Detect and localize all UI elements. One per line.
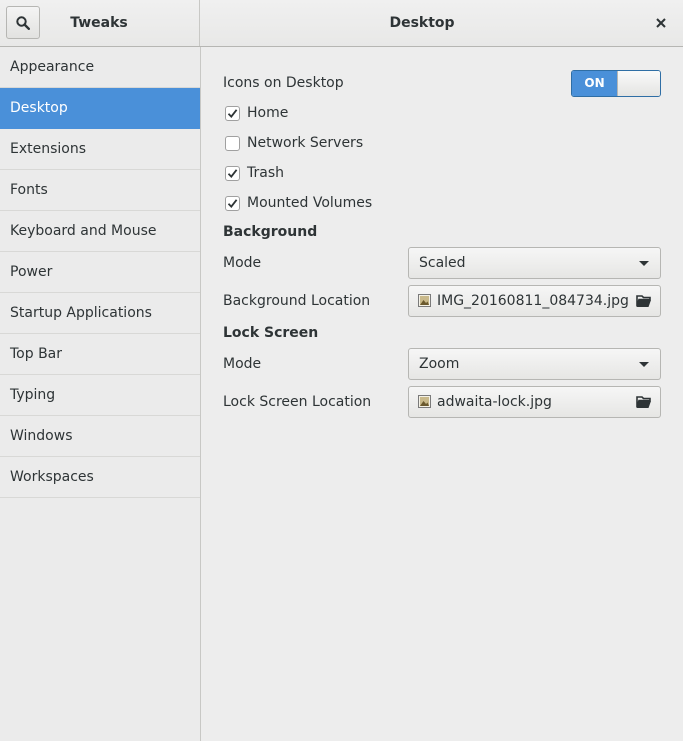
sidebar: Appearance Desktop Extensions Fonts Keyb… [0,47,201,741]
sidebar-item-label: Extensions [10,141,87,157]
checkmark-icon [227,109,238,118]
checkmark-icon [227,199,238,208]
dropdown-arrow-icon [639,362,649,367]
search-button[interactable] [6,6,40,39]
lock-screen-location-file-chooser[interactable]: adwaita-lock.jpg [408,386,661,418]
page-title: Desktop [389,15,455,31]
sidebar-item-label: Power [10,264,53,280]
background-location-label: Background Location [223,293,371,309]
sidebar-item-label: Startup Applications [10,305,152,321]
sidebar-item-label: Windows [10,428,73,444]
trash-checkbox-label[interactable]: Trash [247,165,284,181]
network-servers-checkbox[interactable] [225,136,240,151]
lock-screen-heading: Lock Screen [223,325,319,341]
sidebar-item-workspaces[interactable]: Workspaces [0,457,200,498]
folder-open-icon [636,396,651,408]
lock-screen-mode-dropdown[interactable]: Zoom [408,348,661,380]
sidebar-item-fonts[interactable]: Fonts [0,170,200,211]
sidebar-item-label: Keyboard and Mouse [10,223,157,239]
sidebar-item-keyboard-and-mouse[interactable]: Keyboard and Mouse [0,211,200,252]
sidebar-item-power[interactable]: Power [0,252,200,293]
icons-on-desktop-switch[interactable]: ON [571,70,661,97]
home-checkbox[interactable] [225,106,240,121]
sidebar-item-top-bar[interactable]: Top Bar [0,334,200,375]
background-mode-label: Mode [223,255,262,271]
background-file-name: IMG_20160811_084734.jpg [437,293,629,309]
network-servers-checkbox-label[interactable]: Network Servers [247,135,363,151]
dropdown-arrow-icon [639,261,649,266]
icons-on-desktop-label: Icons on Desktop [223,75,344,91]
lock-screen-mode-label: Mode [223,356,262,372]
sidebar-item-extensions[interactable]: Extensions [0,129,200,170]
header-left: Tweaks [0,0,200,46]
sidebar-item-typing[interactable]: Typing [0,375,200,416]
lock-screen-file-name: adwaita-lock.jpg [437,394,552,410]
image-file-icon [418,395,431,408]
sidebar-item-label: Desktop [10,100,68,116]
desktop-settings-panel: Icons on Desktop ON Home Network Servers… [201,47,683,741]
sidebar-item-label: Typing [10,387,56,403]
header-bar: Tweaks Desktop [0,0,683,47]
sidebar-item-label: Appearance [10,59,95,75]
sidebar-item-windows[interactable]: Windows [0,416,200,457]
background-mode-value: Scaled [419,255,466,271]
home-checkbox-label[interactable]: Home [247,105,288,121]
mounted-volumes-checkbox[interactable] [225,196,240,211]
sidebar-item-label: Workspaces [10,469,94,485]
switch-on-label: ON [572,71,617,96]
sidebar-item-desktop[interactable]: Desktop [0,88,200,129]
folder-open-icon [636,295,651,307]
search-icon [16,15,30,30]
close-icon [656,18,666,28]
sidebar-item-label: Fonts [10,182,48,198]
checkmark-icon [227,169,238,178]
lock-screen-mode-value: Zoom [419,356,460,372]
background-location-file-chooser[interactable]: IMG_20160811_084734.jpg [408,285,661,317]
background-mode-dropdown[interactable]: Scaled [408,247,661,279]
sidebar-item-startup-applications[interactable]: Startup Applications [0,293,200,334]
close-button[interactable] [653,15,669,31]
switch-knob[interactable] [617,71,660,96]
lock-screen-location-label: Lock Screen Location [223,394,372,410]
trash-checkbox[interactable] [225,166,240,181]
sidebar-item-label: Top Bar [10,346,63,362]
app-title: Tweaks [70,15,128,31]
background-heading: Background [223,224,318,240]
sidebar-item-appearance[interactable]: Appearance [0,47,200,88]
mounted-volumes-checkbox-label[interactable]: Mounted Volumes [247,195,372,211]
image-file-icon [418,294,431,307]
